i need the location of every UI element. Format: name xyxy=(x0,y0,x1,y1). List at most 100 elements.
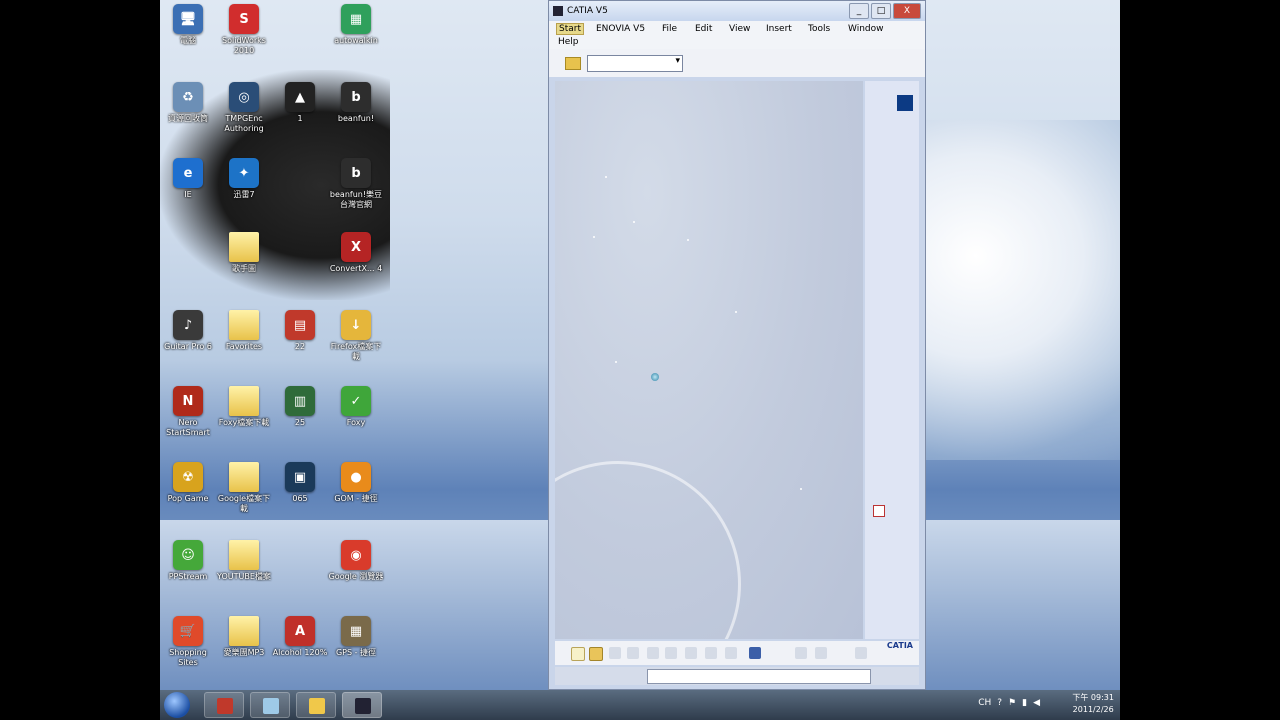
paste-icon[interactable] xyxy=(685,647,697,659)
menu-view[interactable]: View xyxy=(729,24,750,34)
desktop-icon-mp3[interactable]: 愛樂團MP3 xyxy=(216,616,272,658)
help-icon[interactable]: ? xyxy=(997,698,1002,708)
desktop-icon-ie[interactable]: e IE xyxy=(160,158,216,200)
menu-start[interactable]: Start xyxy=(556,23,584,35)
maximize-button[interactable]: □ xyxy=(871,3,891,19)
desktop-icon-alcohol[interactable]: A Alcohol 120% xyxy=(272,616,328,658)
redo-icon[interactable] xyxy=(725,647,737,659)
help-whats-this-icon[interactable] xyxy=(749,647,761,659)
desktop-icon-065[interactable]: ▣ 065 xyxy=(272,462,328,504)
workbench-combo[interactable] xyxy=(587,54,683,72)
desktop-icon-065-glyph-icon: ▣ xyxy=(285,462,315,492)
viewport-arc xyxy=(555,461,741,639)
desktop-icon-beanfun-glyph-icon: b xyxy=(341,82,371,112)
desktop-icon-label: autowalkin xyxy=(334,36,378,45)
taskbar-item-app1[interactable] xyxy=(204,692,244,718)
clock[interactable]: 下午 09:31 2011/2/26 xyxy=(1072,692,1114,716)
comment-icon[interactable] xyxy=(815,647,827,659)
desktop-icon-ie-glyph-icon: e xyxy=(173,158,203,188)
ime-indicator[interactable]: CH xyxy=(978,698,991,708)
grid-icon[interactable] xyxy=(855,647,867,659)
taskbar-item-app2[interactable] xyxy=(250,692,290,718)
desktop-icon-nero[interactable]: N Nero StartSmart xyxy=(160,386,216,438)
desktop-icon-label: beanfun! xyxy=(337,114,375,123)
desktop-icon-google-dl[interactable]: Google檔案下載 xyxy=(216,462,272,514)
command-input[interactable] xyxy=(647,669,871,684)
desktop-icon-beanfun[interactable]: b beanfun! xyxy=(328,82,384,124)
desktop-icon-tmpgenc[interactable]: ◎ TMPGEnc Authoring xyxy=(216,82,272,134)
bottom-toolbar: CATIA xyxy=(555,641,919,665)
desktop-icon-label: Nero StartSmart xyxy=(166,418,210,437)
clock-date: 2011/2/26 xyxy=(1072,705,1114,714)
close-button[interactable]: X xyxy=(893,3,921,19)
open-file-icon[interactable] xyxy=(589,647,603,661)
save-icon[interactable] xyxy=(609,647,621,659)
desktop-icon-label: TMPGEnc Authoring xyxy=(224,114,264,133)
desktop-icon-favorites[interactable]: Favorites xyxy=(216,310,272,352)
desktop-icon-xunlei[interactable]: ✦ 迅雷7 xyxy=(216,158,272,200)
desktop-icon-firefox-dl[interactable]: ↓ Firefox檔案下載 xyxy=(328,310,384,362)
minimize-button[interactable]: _ xyxy=(849,3,869,19)
desktop-icon-guitarpro[interactable]: ♪ Guitar Pro 6 xyxy=(160,310,216,352)
desktop-icon-autocad[interactable]: ▦ autowalkin xyxy=(328,4,384,46)
desktop-icon-computer[interactable]: 🖥 電腦 xyxy=(160,4,216,46)
desktop-icon-convertx[interactable]: X ConvertX... 4 xyxy=(328,232,384,274)
desktop-icon-firefox-dl-glyph-icon: ↓ xyxy=(341,310,371,340)
app-icon xyxy=(217,698,233,714)
desktop-icon-ppstream[interactable]: ☺ PPStream xyxy=(160,540,216,582)
print-icon[interactable] xyxy=(627,647,639,659)
menu-edit[interactable]: Edit xyxy=(695,24,712,34)
desktop-icon-label: GPS - 捷徑 xyxy=(335,648,377,657)
menu-help[interactable]: Help xyxy=(558,37,579,47)
flag-icon[interactable]: ⚑ xyxy=(1008,698,1016,708)
viewport-star xyxy=(735,311,737,313)
network-icon[interactable]: ▮ xyxy=(1022,698,1027,708)
menu-file[interactable]: File xyxy=(662,24,677,34)
desktop-icon-youtube-dl[interactable]: YOUTUBE檔案 xyxy=(216,540,272,582)
menu-tools[interactable]: Tools xyxy=(808,24,830,34)
clock-time: 下午 09:31 xyxy=(1072,693,1114,702)
menu-insert[interactable]: Insert xyxy=(766,24,792,34)
desktop-icon-foxy-dl[interactable]: Foxy檔案下載 xyxy=(216,386,272,428)
doc-icon[interactable] xyxy=(873,505,885,517)
new-file-icon[interactable] xyxy=(571,647,585,661)
fx-icon[interactable] xyxy=(795,647,807,659)
start-button[interactable] xyxy=(164,692,190,718)
desktop-icon-guitarpro-glyph-icon: ♪ xyxy=(173,310,203,340)
menu-enovia[interactable]: ENOVIA V5 xyxy=(596,24,645,34)
desktop-icon-recycle[interactable]: ♻ 資源回收筒 xyxy=(160,82,216,124)
catia-icon xyxy=(355,698,371,714)
app-icon xyxy=(263,698,279,714)
desktop-icon-foxy[interactable]: ✓ Foxy xyxy=(328,386,384,428)
desktop-icon-popgame[interactable]: ☢ Pop Game xyxy=(160,462,216,504)
compass-icon[interactable] xyxy=(897,95,913,111)
desktop-icon-autocad-glyph-icon: ▦ xyxy=(341,4,371,34)
desktop-icon-label: Pop Game xyxy=(167,494,209,503)
undo-icon[interactable] xyxy=(705,647,717,659)
catia-window[interactable]: CATIA V5 _ □ X Start ENOVIA V5 File Edit… xyxy=(548,0,926,690)
3d-viewport[interactable] xyxy=(555,81,863,639)
desktop-icon-25[interactable]: ▥ 25 xyxy=(272,386,328,428)
desktop-icon-gom[interactable]: ● GOM - 捷徑 xyxy=(328,462,384,504)
statusbar xyxy=(555,667,919,685)
window-titlebar[interactable]: CATIA V5 _ □ X xyxy=(549,1,925,21)
desktop-icon-solidworks[interactable]: S SolidWorks 2010 xyxy=(216,4,272,56)
desktop-icon-label: Alcohol 120% xyxy=(272,648,328,657)
desktop-icon-gps[interactable]: ▦ GPS - 捷徑 xyxy=(328,616,384,658)
cut-icon[interactable] xyxy=(647,647,659,659)
desktop-icon-beanfun2[interactable]: b beanfun!樂豆台灣官網 xyxy=(328,158,384,210)
menu-window[interactable]: Window xyxy=(848,24,884,34)
open-folder-icon[interactable] xyxy=(565,56,581,70)
desktop-icon-1[interactable]: ▲ 1 xyxy=(272,82,328,124)
copy-icon[interactable] xyxy=(665,647,677,659)
system-tray: CH ? ⚑ ▮ ◀ xyxy=(978,698,1040,708)
viewport-star xyxy=(800,488,802,490)
desktop-icon-chrome[interactable]: ◉ Google 瀏覽器 xyxy=(328,540,384,582)
viewport-star xyxy=(633,221,635,223)
desktop-icon-22[interactable]: ▤ 22 xyxy=(272,310,328,352)
desktop-icon-folder1[interactable]: 歌手圖 xyxy=(216,232,272,274)
taskbar-item-explorer[interactable] xyxy=(296,692,336,718)
desktop-icon-shopping[interactable]: 🛒 Shopping Sites xyxy=(160,616,216,668)
taskbar-item-catia[interactable] xyxy=(342,692,382,718)
volume-icon[interactable]: ◀ xyxy=(1033,698,1040,708)
